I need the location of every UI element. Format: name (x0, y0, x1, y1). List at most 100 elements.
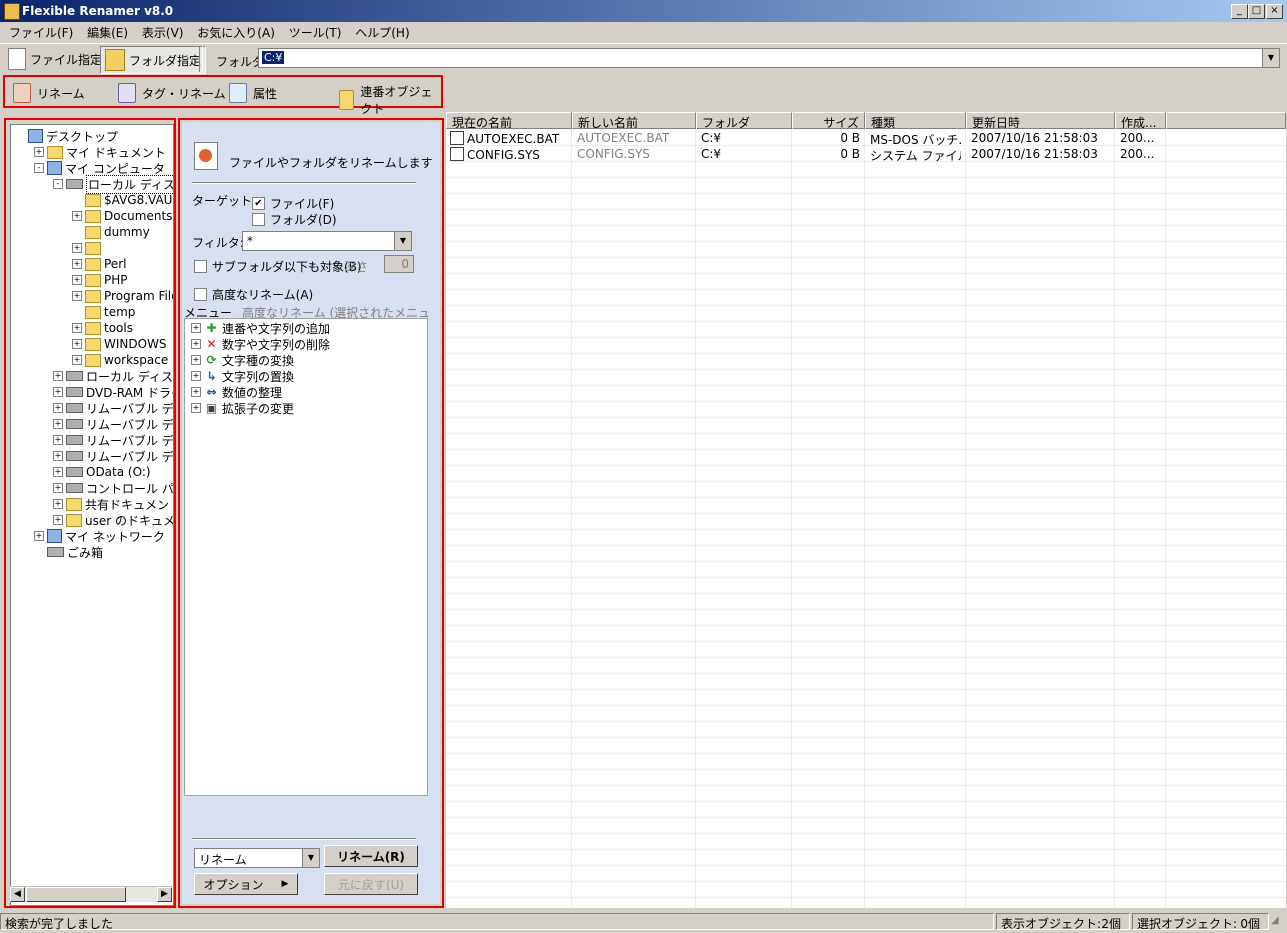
mode-serial-object-button[interactable]: 連番オブジェクト (339, 83, 441, 117)
column-header[interactable]: 種類 (865, 112, 966, 129)
scroll-left-icon[interactable]: ◀ (10, 887, 25, 902)
tree-node[interactable]: - ローカル ディスク (C:) (53, 174, 173, 194)
folder-mode-button[interactable]: フォルダ指定 (100, 46, 207, 74)
column-header[interactable]: 現在の名前 (446, 112, 572, 129)
expand-icon[interactable]: + (191, 387, 201, 397)
column-header[interactable]: 新しい名前 (572, 112, 696, 129)
rename-menu-item[interactable]: + ✕ 数字や文字列の削除 (191, 336, 330, 352)
tree-node[interactable]: + マイ ネットワーク (34, 528, 165, 544)
expand-icon[interactable]: + (191, 371, 201, 381)
checkbox-empty-icon[interactable] (194, 260, 207, 273)
tree-node[interactable]: $AVG8.VAULT (72, 192, 173, 208)
maximize-button[interactable]: □ (1248, 4, 1265, 19)
target-file-checkbox[interactable]: ✔ ファイル(F) (252, 195, 334, 212)
expand-icon[interactable]: + (53, 419, 63, 429)
tree-node[interactable]: + Documents and Settings (72, 208, 173, 224)
menu-favorites[interactable]: お気に入り(A) (192, 22, 280, 41)
checkbox-empty-icon[interactable] (252, 213, 265, 226)
tree-node[interactable]: temp (72, 304, 135, 320)
tree-node[interactable]: + PHP (72, 272, 128, 288)
mode-attribute-button[interactable]: 属性 (229, 83, 277, 103)
expand-icon[interactable]: + (191, 339, 201, 349)
scroll-right-icon[interactable]: ▶ (157, 887, 172, 902)
expand-icon[interactable]: + (34, 147, 44, 157)
rename-menu-item[interactable]: + ⟳ 文字種の変換 (191, 352, 294, 368)
chevron-down-icon[interactable]: ▼ (302, 849, 319, 867)
expand-icon[interactable]: + (72, 291, 82, 301)
collapse-icon[interactable]: - (34, 163, 44, 173)
filter-combo[interactable]: * ▼ (242, 231, 412, 251)
tree-node[interactable]: + workspace (72, 352, 168, 368)
filter-value[interactable]: * (247, 234, 253, 248)
tree-node[interactable]: + Perl (72, 256, 126, 272)
tree-node[interactable]: + (72, 240, 104, 256)
target-folder-checkbox[interactable]: フォルダ(D) (252, 211, 337, 228)
tree-node[interactable]: + WINDOWS (72, 336, 167, 352)
tree-node[interactable]: + ローカル ディスク (D:) (53, 368, 173, 384)
tree-node[interactable]: デスクトップ (15, 128, 118, 144)
table-row[interactable]: CONFIG.SYS CONFIG.SYS C:¥ 0 B システム ファイル 2007/… (446, 146, 1166, 163)
menu-help[interactable]: ヘルプ(H) (350, 22, 414, 41)
tree-node[interactable]: + user のドキュメント (53, 512, 173, 528)
expand-icon[interactable]: + (72, 355, 82, 365)
expand-icon[interactable]: + (53, 515, 63, 525)
expand-icon[interactable]: + (72, 339, 82, 349)
expand-icon[interactable]: + (191, 403, 201, 413)
menu-edit[interactable]: 編集(E) (82, 22, 133, 41)
advanced-rename-checkbox[interactable]: 高度なリネーム(A) (194, 286, 313, 303)
folder-path-combo[interactable]: C:¥ ▼ (258, 48, 1280, 68)
expand-icon[interactable]: + (72, 259, 82, 269)
tree-node[interactable]: + tools (72, 320, 133, 336)
tree-node[interactable]: + OData (O:) (53, 464, 151, 480)
scroll-thumb[interactable] (26, 887, 126, 902)
tree-node[interactable]: + Program Files (72, 288, 173, 304)
tree-node[interactable]: + リムーバブル ディスク (53, 400, 173, 416)
column-header[interactable]: フォルダ (696, 112, 792, 129)
folder-tree[interactable]: デスクトップ+マイ ドキュメント-マイ コンピュータ-ローカル ディスク (C:… (10, 124, 174, 906)
close-button[interactable]: × (1266, 4, 1283, 19)
expand-icon[interactable]: + (34, 531, 44, 541)
minimize-button[interactable]: _ (1231, 4, 1248, 19)
tree-node[interactable]: + リムーバブル ディスク (53, 448, 173, 464)
checkbox-checked-icon[interactable]: ✔ (252, 197, 265, 210)
expand-icon[interactable]: + (72, 275, 82, 285)
mode-rename-button[interactable]: リネーム (13, 83, 85, 103)
tree-node[interactable]: dummy (72, 224, 150, 240)
tree-node[interactable]: + 共有ドキュメント (53, 496, 173, 512)
rename-menu-item[interactable]: + ⇔ 数値の整理 (191, 384, 282, 400)
expand-icon[interactable]: + (53, 387, 63, 397)
action-select-value[interactable]: リネーム (199, 851, 247, 868)
rename-menu-item[interactable]: + ▣ 拡張子の変更 (191, 400, 294, 416)
depth-input[interactable]: 0 (384, 255, 414, 273)
expand-icon[interactable]: + (53, 371, 63, 381)
undo-button[interactable]: 元に戻す(U) (324, 873, 418, 895)
collapse-icon[interactable]: - (53, 179, 63, 189)
action-select[interactable]: リネーム ▼ (194, 848, 320, 868)
folder-path-value[interactable]: C:¥ (262, 51, 285, 64)
rename-menu-item[interactable]: + ✚ 連番や文字列の追加 (191, 320, 330, 336)
rename-menu-tree[interactable]: + ✚ 連番や文字列の追加 + ✕ 数字や文字列の削除 + ⟳ 文字種の変換 + ↳ 文字列の置換 + ⇔… (184, 318, 428, 796)
subfolder-checkbox[interactable]: サブフォルダ以下も対象(B) (194, 258, 362, 275)
column-header[interactable]: サイズ (792, 112, 865, 129)
file-list[interactable]: 現在の名前 新しい名前 フォルダ サイズ 種類 更新日時 作成... AUTOEXEC.BA… (446, 112, 1286, 908)
checkbox-empty-icon[interactable] (194, 288, 207, 301)
menu-tools[interactable]: ツール(T) (284, 22, 347, 41)
expand-icon[interactable]: + (72, 323, 82, 333)
expand-icon[interactable]: + (53, 499, 63, 509)
expand-icon[interactable]: + (53, 435, 63, 445)
rename-menu-item[interactable]: + ↳ 文字列の置換 (191, 368, 294, 384)
expand-icon[interactable]: + (191, 323, 201, 333)
file-mode-button[interactable]: ファイル指定 (8, 46, 102, 72)
mode-tag-rename-button[interactable]: タグ・リネーム (118, 83, 226, 103)
option-button[interactable]: オプション ▶ (194, 873, 298, 895)
chevron-down-icon[interactable]: ▼ (1262, 49, 1279, 67)
tree-node[interactable]: + コントロール パネル (53, 480, 173, 496)
tree-node[interactable]: + リムーバブル ディスク (53, 432, 173, 448)
expand-icon[interactable]: + (53, 467, 63, 477)
chevron-down-icon[interactable]: ▼ (394, 232, 411, 250)
column-header[interactable]: 更新日時 (966, 112, 1115, 129)
expand-icon[interactable]: + (72, 243, 82, 253)
expand-icon[interactable]: + (53, 483, 63, 493)
menu-file[interactable]: ファイル(F) (4, 22, 78, 41)
expand-icon[interactable]: + (191, 355, 201, 365)
